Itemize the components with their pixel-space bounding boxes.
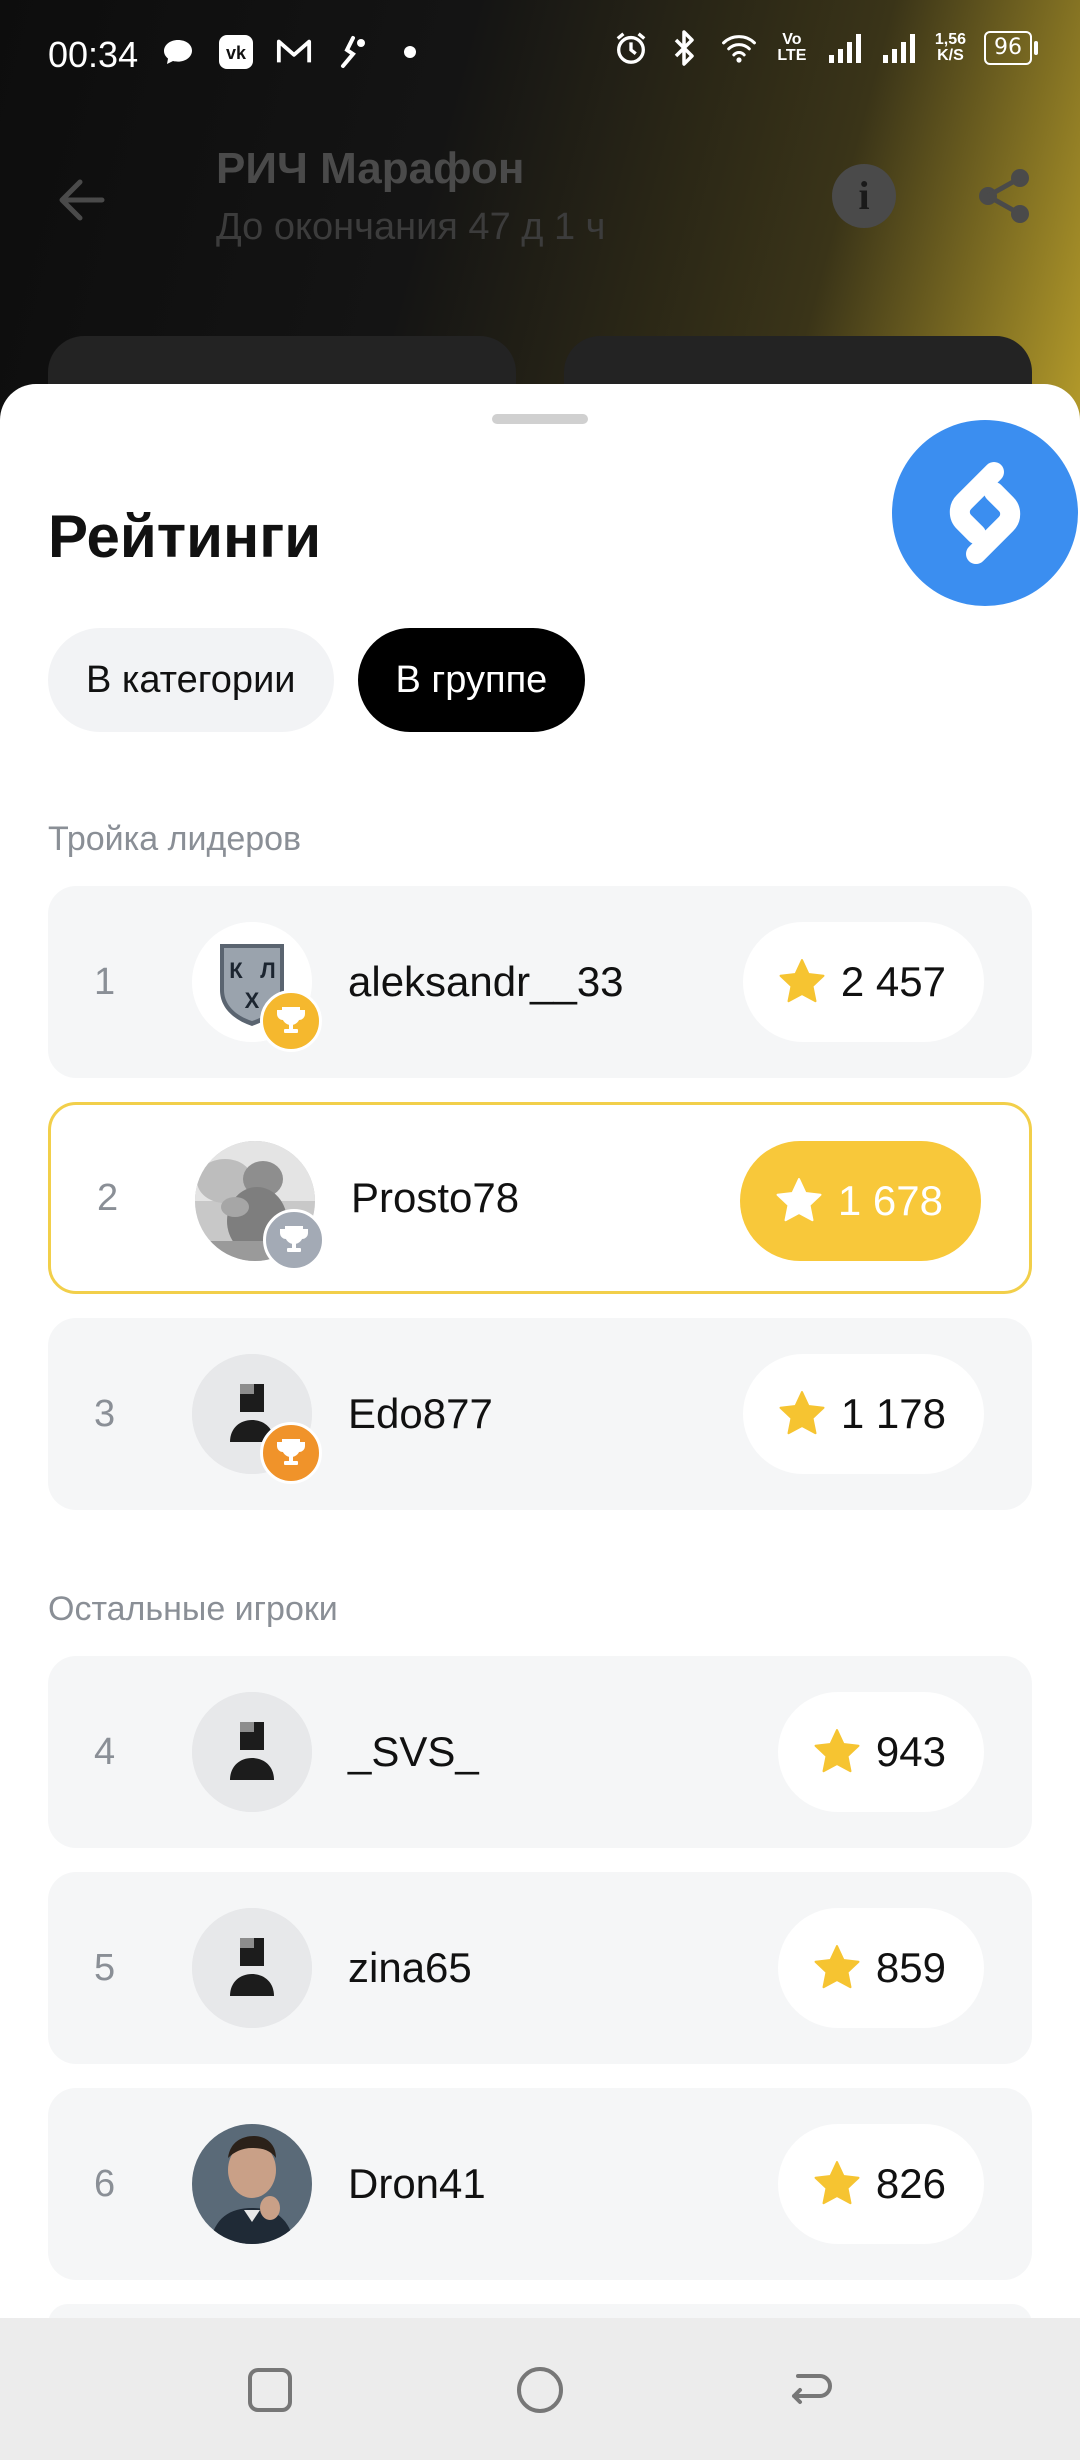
score-badge: 826: [777, 2124, 984, 2244]
tab-in-category[interactable]: В категории: [48, 628, 334, 732]
player-row-6[interactable]: 6 Dron41 826: [48, 2088, 1032, 2280]
score-badge: 2 457: [742, 922, 984, 1042]
svg-text:vk: vk: [226, 43, 247, 63]
star-icon: [779, 959, 825, 1003]
avatar: [195, 1141, 325, 1271]
score-value: 1 678: [837, 1177, 943, 1224]
svg-text:Х: Х: [245, 988, 260, 1013]
wifi-icon: [721, 30, 757, 66]
default-person-avatar: [192, 1908, 312, 2028]
tab-in-group[interactable]: В группе: [357, 628, 586, 732]
score-value: 2 457: [840, 958, 946, 1005]
rank-number: 4: [94, 1730, 116, 1773]
player-row-4[interactable]: 4 _SVS_ 943: [48, 1656, 1032, 1848]
sheet-title: Рейтинги: [48, 503, 322, 570]
score-value: 943: [875, 1728, 946, 1775]
signal-icon: [827, 30, 863, 66]
leader-row-3[interactable]: 3 Edo877 1 178: [48, 1318, 1032, 1510]
alarm-icon: [613, 30, 649, 66]
star-icon: [814, 1729, 860, 1773]
avatar: [192, 1354, 322, 1484]
status-time: 00:34: [48, 34, 139, 75]
svg-text:К: К: [229, 958, 243, 983]
battery-indicator: 96: [984, 31, 1038, 65]
rank-number: 1: [94, 960, 116, 1003]
score-badge: 859: [777, 1908, 984, 2028]
default-person-avatar: [192, 1692, 312, 1812]
svg-text:Л: Л: [260, 958, 275, 983]
back-arrow-icon[interactable]: [52, 170, 112, 230]
network-speed: 1,56 K/S: [935, 32, 966, 64]
player-row-5[interactable]: 5 zina65 859: [48, 1872, 1032, 2064]
info-icon[interactable]: i: [832, 164, 896, 228]
score-value: 1 178: [840, 1390, 946, 1437]
system-navigation-bar: [0, 2318, 1080, 2460]
avatar: [192, 1908, 312, 2028]
score-badge: 1 178: [742, 1354, 984, 1474]
avatar: К Л Х: [192, 922, 322, 1052]
star-icon: [814, 1945, 860, 1989]
score-badge: 1 678: [739, 1141, 981, 1261]
home-circle-icon[interactable]: [510, 2360, 570, 2420]
others-section-label: Остальные игроки: [48, 1590, 338, 1628]
navigation-icon: [334, 34, 370, 70]
leader-row-1[interactable]: 1 К Л Х aleksandr__33 2 457: [48, 886, 1032, 1078]
score-value: 826: [875, 2160, 946, 2207]
silver-trophy-icon: [263, 1209, 325, 1271]
vk-icon: vk: [218, 34, 254, 70]
rank-number: 6: [94, 2162, 116, 2205]
star-icon: [776, 1178, 822, 1222]
signal-icon-2: [881, 30, 917, 66]
rating-tabs: В категории В группе: [48, 628, 586, 732]
recents-square-icon[interactable]: [240, 2360, 300, 2420]
shazam-floating-button[interactable]: [892, 420, 1078, 606]
star-icon: [779, 1391, 825, 1435]
volte-indicator: Vo LTE: [777, 31, 807, 64]
leader-row-2-current-user[interactable]: 2 Prosto78 1 678: [48, 1102, 1032, 1294]
status-bar: 00:34 vk Vo LTE 1,56 K/S 96: [0, 0, 1080, 110]
bluetooth-icon: [667, 30, 703, 66]
more-notifications-dot-icon: [392, 34, 428, 70]
mail-icon: [276, 34, 312, 70]
player-name: zina65: [348, 1944, 472, 1991]
app-title: РИЧ Марафон: [216, 144, 525, 193]
app-header: РИЧ Марафон До окончания 47 д 1 ч i: [0, 140, 1080, 260]
score-value: 859: [875, 1944, 946, 1991]
rank-number: 2: [97, 1176, 119, 1219]
shazam-icon: [949, 462, 1021, 564]
player-name: _SVS_: [348, 1728, 479, 1775]
score-badge: 943: [777, 1692, 984, 1812]
back-icon[interactable]: [780, 2360, 840, 2420]
rank-number: 3: [94, 1392, 116, 1435]
player-name: aleksandr__33: [348, 958, 624, 1005]
app-subtitle: До окончания 47 д 1 ч: [216, 206, 606, 248]
bronze-trophy-icon: [260, 1422, 322, 1484]
player-name: Edo877: [348, 1390, 493, 1437]
ratings-sheet: Рейтинги В категории В группе Тройка лид…: [0, 384, 1080, 2344]
star-icon: [814, 2161, 860, 2205]
share-icon[interactable]: [972, 164, 1036, 228]
network-speed-unit: K/S: [937, 47, 964, 64]
sheet-drag-handle[interactable]: [492, 414, 588, 424]
player-name: Prosto78: [351, 1174, 520, 1221]
leaders-section-label: Тройка лидеров: [48, 820, 302, 858]
gold-trophy-icon: [260, 990, 322, 1052]
avatar: [192, 2124, 312, 2244]
rank-number: 5: [94, 1946, 116, 1989]
man-photo-avatar: [192, 2124, 312, 2244]
message-icon: [160, 34, 196, 70]
player-name: Dron41: [348, 2160, 486, 2207]
avatar: [192, 1692, 312, 1812]
network-speed-value: 1,56: [934, 31, 966, 48]
